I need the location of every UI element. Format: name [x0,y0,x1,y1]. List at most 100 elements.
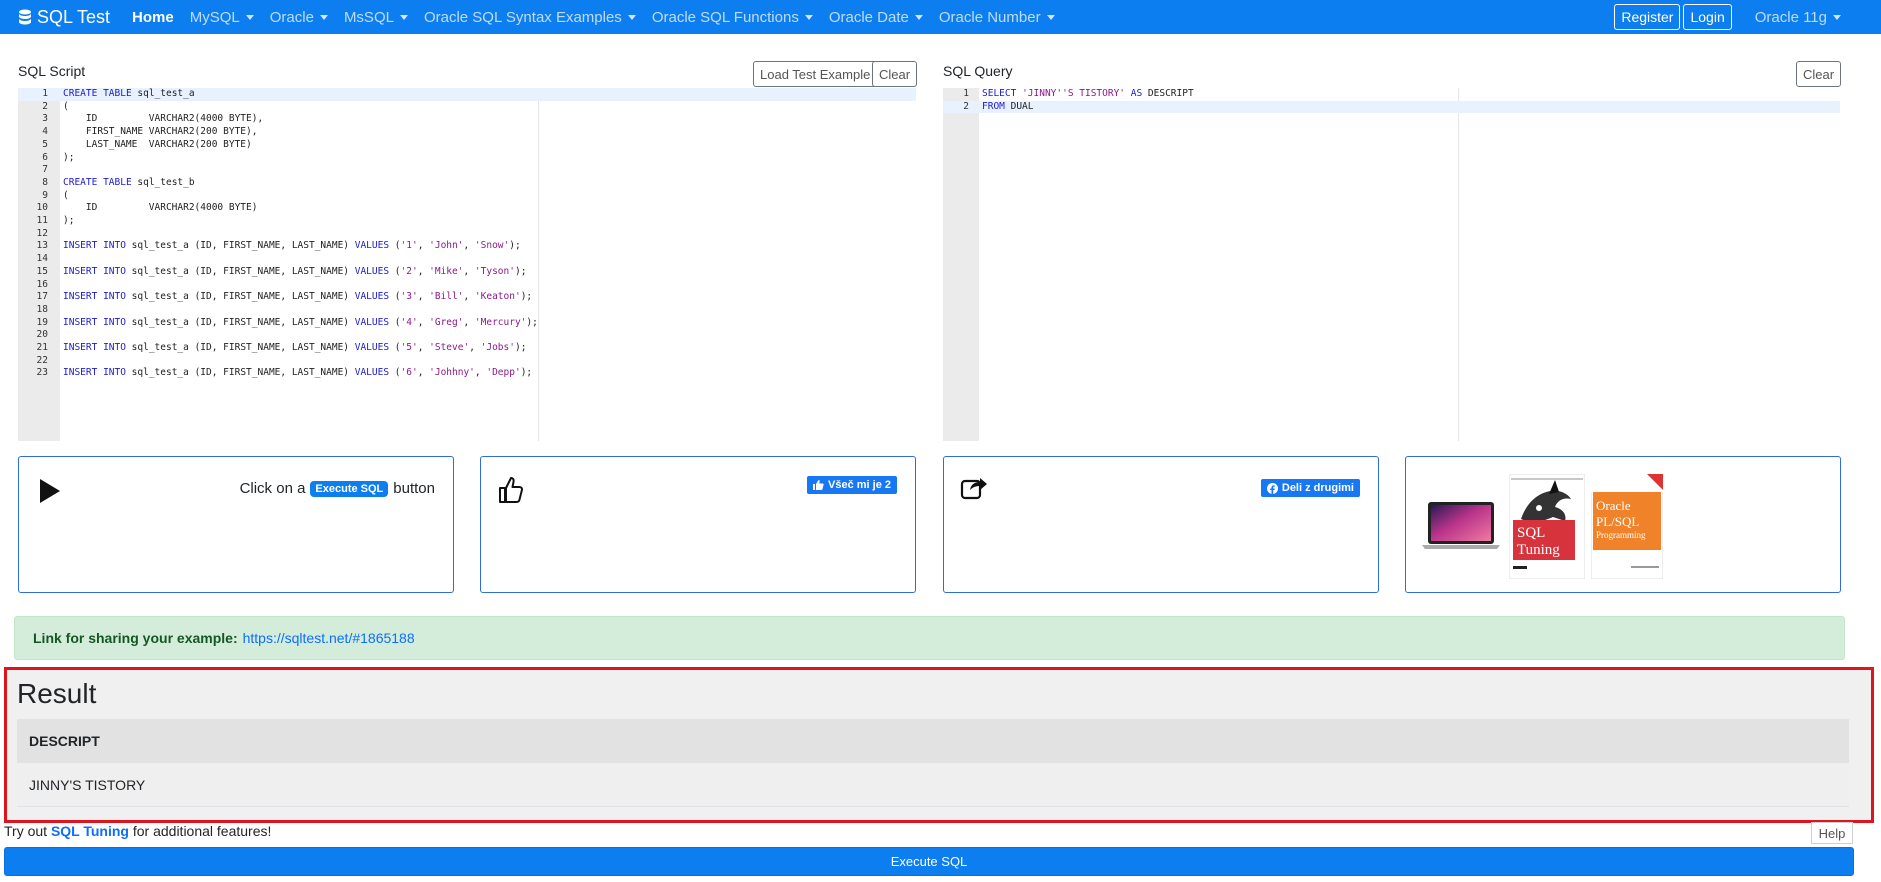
like-card: Všeč mi je 2 [480,456,916,593]
code-line[interactable]: 3 ID VARCHAR2(4000 BYTE), [18,113,916,126]
sql-script-editor[interactable]: 1 CREATE TABLE sql_test_a 2(3 ID VARCHAR2(… [18,88,916,441]
code-line[interactable]: 5 LAST_NAME VARCHAR2(200 BYTE) [18,139,916,152]
facebook-like-button[interactable]: Všeč mi je 2 [807,476,897,494]
code-line[interactable]: 21 INSERT INTO sql_test_a (ID, FIRST_NAME… [18,342,916,355]
code-line[interactable]: 2( [18,101,916,114]
line-number: 6 [42,151,48,163]
database-icon [19,9,31,24]
sql-tuning-link[interactable]: SQL Tuning [51,823,129,839]
caret-down-icon [1046,14,1055,20]
code-line[interactable]: 15 INSERT INTO sql_test_a (ID, FIRST_NAME… [18,266,916,279]
code-line[interactable]: 13 INSERT INTO sql_test_a (ID, FIRST_NAME… [18,240,916,253]
code-line[interactable]: 14 [18,253,916,266]
result-panel: Result DESCRIPT JINNY'S TISTORY [4,667,1874,823]
nav-mssql[interactable]: MsSQL [344,9,408,26]
login-button[interactable]: Login [1683,4,1732,30]
code-line[interactable]: 2 FROM DUAL [943,100,1840,114]
code-line[interactable]: 11); [18,215,916,228]
code-text: CREATE TABLE sql_test_b [63,176,195,188]
nav-home[interactable]: Home [132,9,174,26]
line-number: 13 [36,240,48,252]
top-navbar: SQL Test Home MySQL Oracle MsSQL Oracle … [0,0,1881,34]
line-number: 9 [42,189,48,201]
code-line[interactable]: 1 CREATE TABLE sql_test_a [18,88,916,101]
line-number: 5 [42,138,48,150]
code-line[interactable]: 19 INSERT INTO sql_test_a (ID, FIRST_NAME… [18,317,916,330]
nav-oracle-number[interactable]: Oracle Number [939,9,1055,26]
line-number: 15 [36,265,48,277]
code-line[interactable]: 16 [18,279,916,292]
line-number: 12 [36,227,48,239]
facebook-share-button[interactable]: Deli z drugimi [1260,479,1360,497]
nav-oracle-date[interactable]: Oracle Date [829,9,923,26]
code-text: ); [63,151,75,163]
share-icon [960,478,987,500]
svg-text:Oracle: Oracle [1596,498,1631,513]
print-margin [1458,88,1459,441]
code-text: INSERT INTO sql_test_a (ID, FIRST_NAME, … [63,342,527,353]
code-text: INSERT INTO sql_test_a (ID, FIRST_NAME, … [63,316,538,328]
line-number: 4 [42,126,48,138]
line-number: 19 [36,316,48,328]
code-line[interactable]: 1 SELECT 'JINNY''S TISTORY' AS DESCRIPT [943,88,1840,101]
table-cell: JINNY'S TISTORY [17,763,1849,807]
caret-down-icon [319,14,328,20]
register-button[interactable]: Register [1614,4,1681,30]
sql-query-editor[interactable]: 1 SELECT 'JINNY''S TISTORY' AS DESCRIPT 2 F… [943,88,1840,441]
code-text: FIRST_NAME VARCHAR2(200 BYTE), [63,126,258,138]
line-number: 11 [36,215,48,226]
script-clear-button[interactable]: Clear [872,61,918,87]
code-line[interactable]: 12 [18,228,916,241]
book1-title: SQL [1517,525,1545,541]
sql-query-label: SQL Query [943,63,1013,79]
code-line[interactable]: 18 [18,304,916,317]
nav-oracle-syntax[interactable]: Oracle SQL Syntax Examples [424,9,636,26]
svg-text:Programming: Programming [1596,530,1646,540]
code-line[interactable]: 17 INSERT INTO sql_test_a (ID, FIRST_NAME… [18,291,916,304]
code-line[interactable]: 6); [18,152,916,165]
code-line[interactable]: 8 CREATE TABLE sql_test_b [18,177,916,190]
code-line[interactable]: 20 [18,329,916,342]
execute-hint-card: Click on a Execute SQL button [18,456,454,593]
code-line[interactable]: 10 ID VARCHAR2(4000 BYTE) [18,202,916,215]
caret-down-icon [245,14,254,20]
line-number: 8 [42,176,48,188]
code-line[interactable]: 23 INSERT INTO sql_test_a (ID, FIRST_NAME… [18,367,916,380]
share-link-alert: Link for sharing your example: https://s… [14,616,1845,660]
brand-logo[interactable]: SQL Test [18,7,110,28]
result-title: Result [17,678,97,709]
column-header: DESCRIPT [17,719,1849,763]
code-text: SELECT 'JINNY''S TISTORY' AS DESCRIPT [982,88,1194,99]
code-text: ( [63,100,69,112]
query-clear-button[interactable]: Clear [1796,61,1842,87]
line-number: 18 [36,303,48,315]
code-text: INSERT INTO sql_test_a (ID, FIRST_NAME, … [63,265,527,277]
execute-sql-button[interactable]: Execute SQL [4,847,1854,876]
load-test-example-button[interactable]: Load Test Example [753,61,878,87]
line-number: 1 [42,88,48,99]
thumbs-up-icon [499,477,523,503]
nav-oracle-functions[interactable]: Oracle SQL Functions [652,9,813,26]
code-line[interactable]: 9( [18,190,916,203]
code-text: ID VARCHAR2(4000 BYTE) [63,202,258,214]
caret-down-icon [1833,14,1841,20]
code-text: ( [63,189,69,201]
code-line[interactable]: 7 [18,164,916,177]
code-line[interactable]: 4 FIRST_NAME VARCHAR2(200 BYTE), [18,126,916,139]
oracle-plsql-book-image[interactable]: Oracle PL/SQL Programming [1591,474,1663,579]
share-url-link[interactable]: https://sqltest.net/#1865188 [243,630,415,646]
caret-down-icon [914,14,923,20]
sql-tuning-book-image[interactable]: SQL Tuning [1509,474,1585,579]
line-number-gutter [943,88,979,441]
line-number: 20 [36,329,48,341]
nav-mysql[interactable]: MySQL [190,9,254,26]
help-button[interactable]: Help [1811,822,1853,844]
nav-oracle[interactable]: Oracle [270,9,328,26]
code-text: INSERT INTO sql_test_a (ID, FIRST_NAME, … [63,367,533,379]
version-dropdown[interactable]: Oracle 11g [1755,9,1841,26]
sql-script-label: SQL Script [18,63,86,79]
code-line[interactable]: 22 [18,355,916,368]
share-label: Link for sharing your example: [33,630,238,646]
laptop-image[interactable] [1420,501,1502,551]
caret-down-icon [804,14,813,20]
